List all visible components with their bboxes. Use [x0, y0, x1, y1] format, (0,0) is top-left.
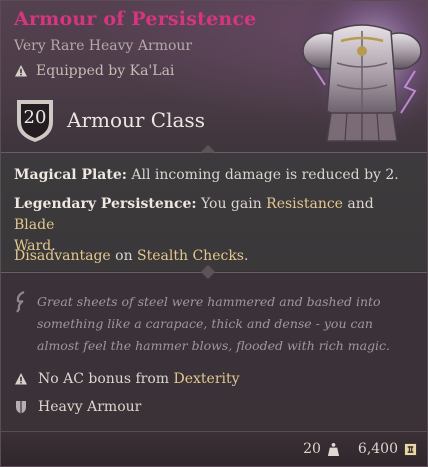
armour-artwork	[297, 1, 427, 151]
armour-class-value: 20	[23, 107, 47, 128]
property-text: .	[244, 248, 249, 264]
property-name: Magical Plate:	[14, 167, 127, 183]
footer-stats: 20 6,400	[303, 441, 417, 457]
flavor-section: Great sheets of steel were hammered and …	[14, 291, 419, 357]
warning-icon	[15, 65, 27, 77]
keyword-stealth-checks[interactable]: Stealth Checks	[137, 248, 244, 264]
quill-icon	[16, 291, 25, 313]
property-text: on	[110, 248, 138, 264]
property-name: Legendary Persistence:	[14, 196, 197, 212]
armour-category-icon	[16, 401, 26, 414]
warning-icon	[15, 373, 27, 385]
item-name: Armour of Persistence	[14, 8, 257, 30]
equipped-by-text: Equipped by Ka'Lai	[36, 63, 175, 79]
keyword-blade-ward[interactable]: Blade	[14, 217, 54, 233]
equipped-by-row: Equipped by Ka'Lai	[14, 63, 174, 79]
weight-value: 20	[303, 441, 321, 457]
armour-class-row: 20 Armour Class	[13, 96, 205, 144]
dexterity-note: No AC bonus from Dexterity	[14, 371, 240, 387]
property-text: and	[342, 196, 374, 212]
shield-icon: 20	[13, 96, 57, 144]
property-text: All incoming damage is reduced by 2.	[126, 167, 399, 183]
armour-category-text: Heavy Armour	[38, 399, 142, 415]
armour-class-label: Armour Class	[67, 108, 205, 132]
dex-note-text: No AC bonus from	[38, 371, 174, 387]
gold-icon	[404, 443, 417, 455]
flavor-text: Great sheets of steel were hammered and …	[37, 294, 391, 353]
armour-category: Heavy Armour	[14, 399, 141, 415]
property-text: You gain	[196, 196, 267, 212]
tooltip-footer: 20 6,400	[1, 431, 427, 466]
property-magical-plate: Magical Plate: All incoming damage is re…	[14, 165, 399, 186]
keyword-disadvantage[interactable]: Disadvantage	[14, 248, 111, 264]
properties-section: Magical Plate: All incoming damage is re…	[1, 153, 427, 271]
item-rarity-type: Very Rare Heavy Armour	[14, 38, 193, 54]
keyword-dexterity[interactable]: Dexterity	[174, 371, 240, 387]
item-tooltip: Armour of Persistence Very Rare Heavy Ar…	[0, 0, 428, 467]
gold-value: 6,400	[357, 441, 398, 457]
keyword-resistance[interactable]: Resistance	[266, 196, 343, 212]
property-stealth: Disadvantage on Stealth Checks.	[14, 246, 248, 267]
weight-icon	[327, 442, 339, 456]
